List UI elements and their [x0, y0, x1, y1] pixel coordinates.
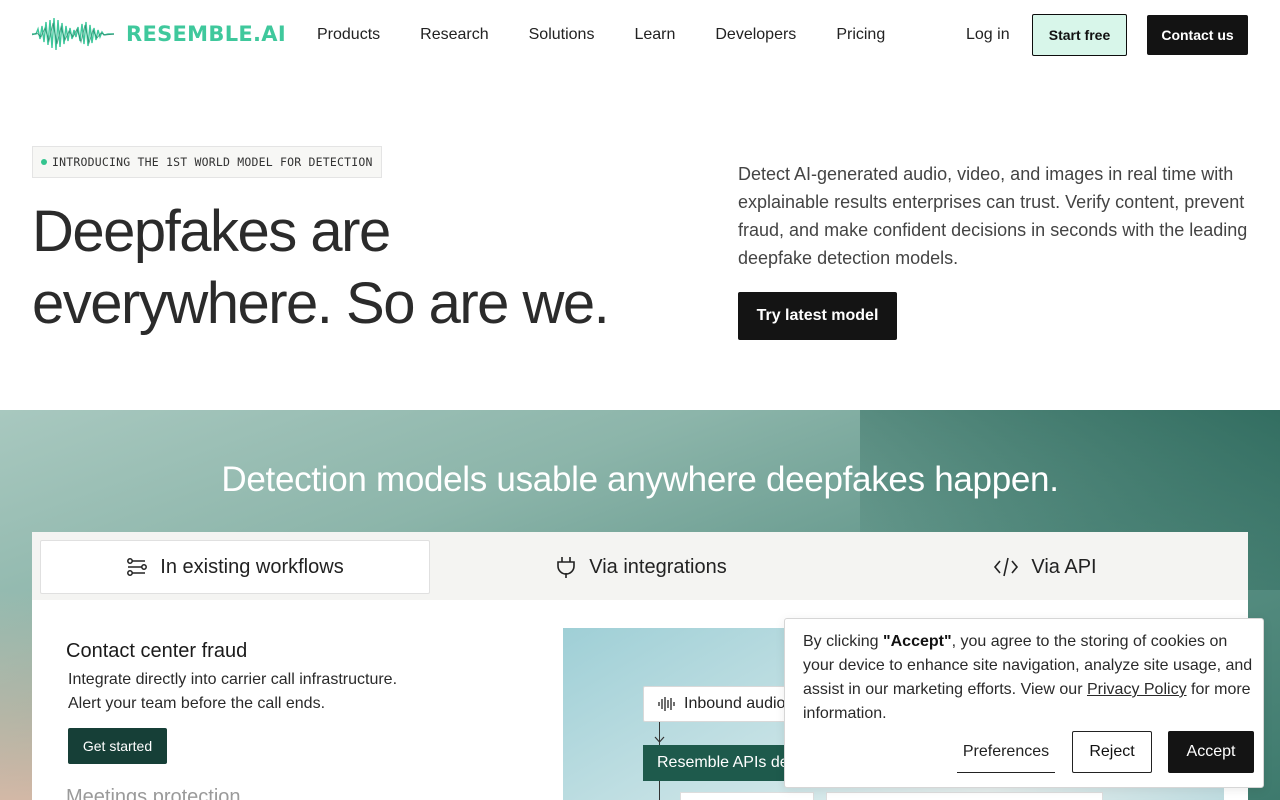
login-link[interactable]: Log in: [966, 24, 1010, 46]
tab-via-integrations[interactable]: Via integrations: [446, 540, 836, 594]
brand-logo[interactable]: RESEMBLE.AI: [32, 14, 286, 54]
try-latest-model-button[interactable]: Try latest model: [738, 292, 897, 340]
detection-title: Detection models usable anywhere deepfak…: [221, 460, 1059, 499]
top-navigation: RESEMBLE.AI Products Research Solutions …: [0, 0, 1280, 70]
menu-item-research[interactable]: Research: [420, 24, 488, 46]
case-title-secondary[interactable]: Meetings protection: [66, 786, 241, 800]
intro-badge-text: INTRODUCING THE 1ST WORLD MODEL FOR DETE…: [52, 155, 373, 169]
menu-item-developers[interactable]: Developers: [715, 24, 796, 46]
menu-item-pricing[interactable]: Pricing: [836, 24, 885, 46]
menu-item-learn[interactable]: Learn: [634, 24, 675, 46]
cookie-reject-button[interactable]: Reject: [1072, 731, 1152, 773]
code-icon: [994, 557, 1019, 577]
cookie-banner: By clicking "Accept", you agree to the s…: [784, 618, 1264, 788]
tab-existing-workflows[interactable]: In existing workflows: [40, 540, 430, 594]
diagram-node-label: Inbound audio: [684, 695, 786, 712]
cookie-preferences-button[interactable]: Preferences: [957, 731, 1055, 773]
diagram-node: [680, 792, 814, 800]
get-started-button[interactable]: Get started: [68, 728, 167, 764]
cookie-text-prefix: By clicking: [803, 633, 884, 650]
plug-icon: [557, 557, 576, 578]
case-description: Integrate directly into carrier call inf…: [68, 668, 448, 716]
diagram-connector: [659, 781, 660, 800]
case-description-line-2: Alert your team before the call ends.: [68, 695, 326, 712]
main-menu: Products Research Solutions Learn Develo…: [317, 24, 925, 46]
menu-item-products[interactable]: Products: [317, 24, 380, 46]
tab-label: Via API: [1031, 555, 1097, 578]
diagram-node: [826, 792, 1103, 800]
cookie-accept-button[interactable]: Accept: [1168, 731, 1254, 773]
intro-badge: INTRODUCING THE 1ST WORLD MODEL FOR DETE…: [32, 146, 382, 178]
case-description-line-1: Integrate directly into carrier call inf…: [68, 671, 398, 688]
menu-item-solutions[interactable]: Solutions: [529, 24, 595, 46]
detection-tabs: In existing workflows Via integrations V…: [32, 532, 1248, 600]
audio-wave-icon: [658, 697, 675, 711]
status-dot-icon: [41, 159, 47, 165]
contact-us-button[interactable]: Contact us: [1147, 15, 1248, 55]
brand-name: RESEMBLE.AI: [126, 22, 286, 46]
cookie-text: By clicking "Accept", you agree to the s…: [803, 630, 1255, 726]
tab-label: In existing workflows: [160, 555, 344, 578]
start-free-button[interactable]: Start free: [1032, 14, 1127, 56]
privacy-policy-link[interactable]: Privacy Policy: [1087, 681, 1187, 698]
tab-label: Via integrations: [589, 555, 727, 578]
waveform-logo-icon: [32, 17, 114, 51]
hero-description: Detect AI-generated audio, video, and im…: [738, 164, 1248, 268]
hero-title-line-1: Deepfakes are: [32, 199, 391, 264]
cookie-accept-quote: "Accept": [883, 633, 952, 650]
tab-via-api[interactable]: Via API: [850, 540, 1240, 594]
workflow-icon: [127, 558, 148, 576]
arrow-down-icon: [654, 736, 665, 743]
hero-title-line-2: everywhere. So are we.: [32, 271, 610, 336]
hero-title: Deepfakes are everywhere. So are we.: [32, 196, 672, 340]
case-title: Contact center fraud: [66, 640, 248, 662]
